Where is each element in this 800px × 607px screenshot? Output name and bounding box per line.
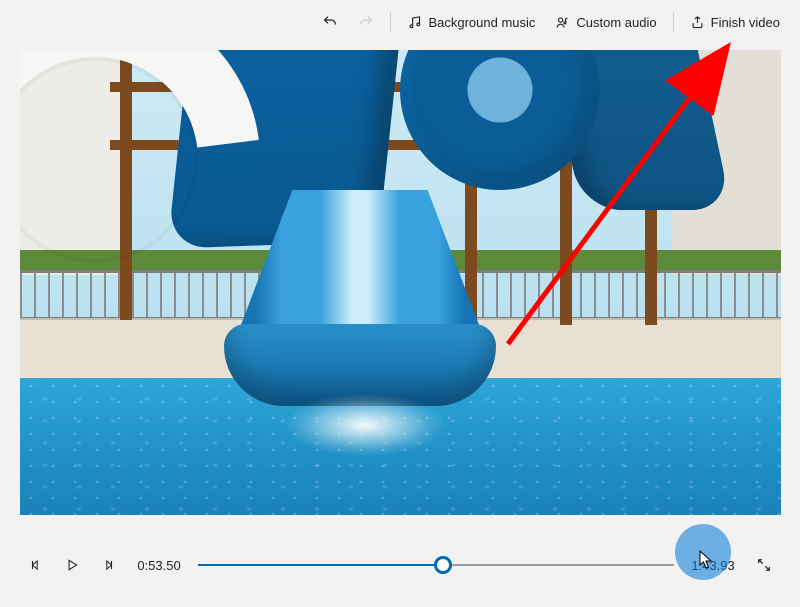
redo-icon	[358, 14, 374, 30]
current-time: 0:53.50	[132, 558, 186, 573]
custom-audio-button[interactable]: Custom audio	[545, 9, 666, 36]
undo-button[interactable]	[312, 8, 348, 36]
custom-audio-label: Custom audio	[576, 15, 656, 30]
toolbar: Background music Custom audio Finish vid…	[0, 0, 800, 44]
step-back-icon	[29, 558, 43, 572]
export-icon	[690, 15, 705, 30]
undo-icon	[322, 14, 338, 30]
video-preview[interactable]	[20, 50, 781, 515]
toolbar-separator	[673, 12, 674, 32]
prev-frame-button[interactable]	[24, 553, 48, 577]
finish-video-button[interactable]: Finish video	[680, 9, 790, 36]
next-frame-button[interactable]	[96, 553, 120, 577]
toolbar-separator	[390, 12, 391, 32]
custom-audio-icon	[555, 15, 570, 30]
music-note-icon	[407, 15, 422, 30]
seek-thumb[interactable]	[434, 556, 452, 574]
finish-video-label: Finish video	[711, 15, 780, 30]
seek-fill	[198, 564, 443, 566]
seek-bar[interactable]	[198, 553, 674, 577]
fullscreen-icon	[756, 557, 772, 573]
mouse-cursor-icon	[699, 550, 713, 570]
play-icon	[65, 558, 79, 572]
step-forward-icon	[101, 558, 115, 572]
background-music-label: Background music	[428, 15, 535, 30]
background-music-button[interactable]: Background music	[397, 9, 545, 36]
play-button[interactable]	[60, 553, 84, 577]
fullscreen-button[interactable]	[752, 553, 776, 577]
redo-button	[348, 8, 384, 36]
